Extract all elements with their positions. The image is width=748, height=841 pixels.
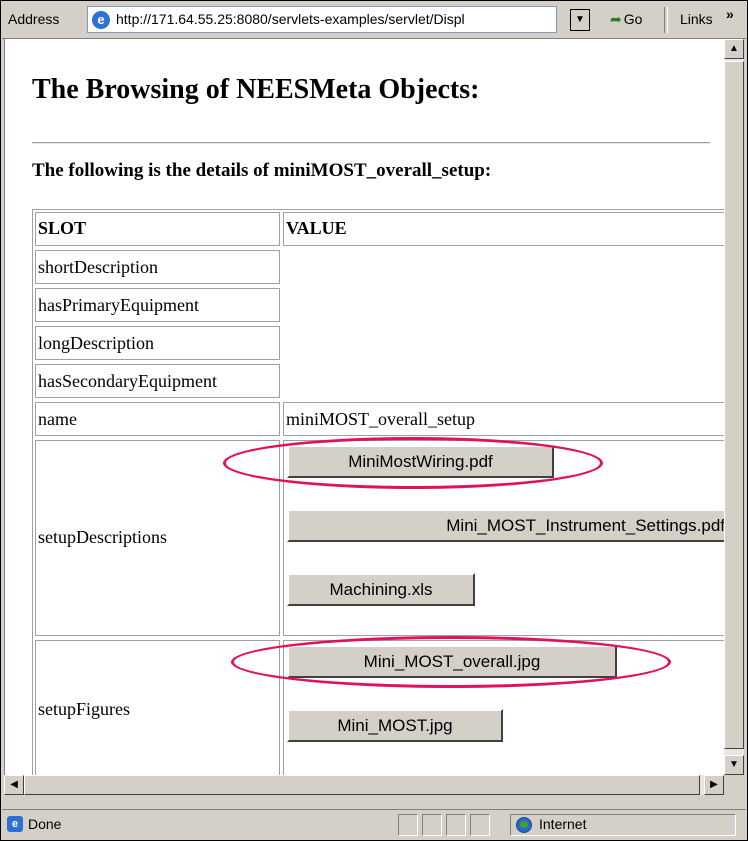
hscroll-thumb[interactable] <box>24 775 700 795</box>
browser-window: Address e http://171.64.55.25:8080/servl… <box>0 0 748 841</box>
address-dropdown-icon[interactable]: ▼ <box>570 9 590 31</box>
slot-cell: longDescription <box>35 326 280 360</box>
highlight-ellipse <box>223 437 603 489</box>
horizontal-scrollbar[interactable]: ◀ ▶ <box>4 775 724 795</box>
divider <box>32 142 710 144</box>
links-button[interactable]: Links <box>680 11 713 27</box>
address-bar: Address e http://171.64.55.25:8080/servl… <box>2 2 746 39</box>
column-header-value: VALUE <box>283 212 725 246</box>
file-button-instrument-settings[interactable]: Mini_MOST_Instrument_Settings.pdf <box>287 509 725 542</box>
chevron-right-icon[interactable]: » <box>726 6 734 22</box>
toolbar-separator <box>664 7 668 33</box>
slot-cell: shortDescription <box>35 250 280 284</box>
page-subtitle: The following is the details of miniMOST… <box>32 160 492 181</box>
file-button-minimost-jpg[interactable]: Mini_MOST.jpg <box>287 709 503 742</box>
scroll-thumb[interactable] <box>724 61 744 749</box>
scroll-right-icon[interactable]: ▶ <box>704 775 724 795</box>
address-url[interactable]: http://171.64.55.25:8080/servlets-exampl… <box>116 11 548 27</box>
scroll-down-icon[interactable]: ▼ <box>724 755 744 775</box>
scrollbar-corner <box>724 775 744 795</box>
value-cell: miniMOST_overall_setup <box>283 402 725 436</box>
status-bar: e Done Internet <box>2 809 746 840</box>
file-button-machining[interactable]: Machining.xls <box>287 573 475 606</box>
column-header-slot: SLOT <box>35 212 280 246</box>
security-zone: Internet <box>539 816 587 832</box>
status-pane <box>446 814 466 836</box>
vertical-scrollbar[interactable]: ▲ ▼ <box>724 39 744 775</box>
address-label: Address <box>8 11 60 27</box>
slot-cell: hasSecondaryEquipment <box>35 364 280 398</box>
page-done-icon: e <box>7 816 23 832</box>
address-input[interactable]: e http://171.64.55.25:8080/servlets-exam… <box>87 6 557 33</box>
slot-cell: hasPrimaryEquipment <box>35 288 280 322</box>
ie-page-icon: e <box>92 11 110 29</box>
scroll-up-icon[interactable]: ▲ <box>724 39 744 59</box>
go-arrow-icon: ➦ <box>610 11 622 27</box>
go-label: Go <box>623 11 643 27</box>
highlight-ellipse <box>231 636 671 688</box>
page-title: The Browsing of NEESMeta Objects: <box>32 74 480 105</box>
globe-icon <box>516 817 532 833</box>
status-pane <box>398 814 418 836</box>
status-pane <box>470 814 490 836</box>
slot-cell: name <box>35 402 280 436</box>
scroll-left-icon[interactable]: ◀ <box>4 775 24 795</box>
go-button[interactable]: ➦ Go <box>610 11 642 28</box>
status-text: Done <box>28 816 62 832</box>
status-pane <box>422 814 442 836</box>
page-content: The Browsing of NEESMeta Objects: The fo… <box>4 39 725 775</box>
